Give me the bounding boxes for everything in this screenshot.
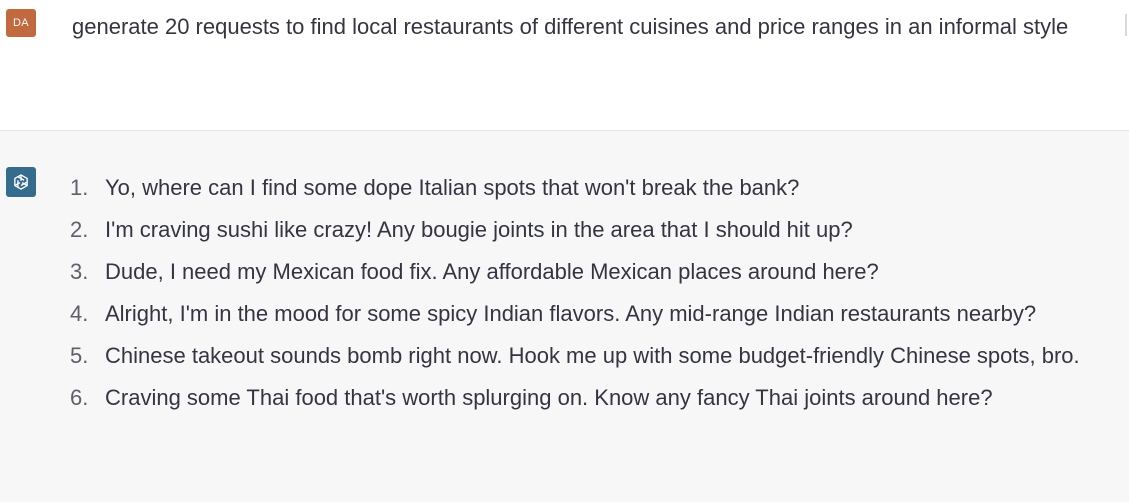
list-item: 2. I'm craving sushi like crazy! Any bou… — [0, 209, 1129, 251]
chat-conversation: DA generate 20 requests to find local re… — [0, 0, 1129, 502]
user-avatar: DA — [6, 9, 36, 37]
list-item-text: Chinese takeout sounds bomb right now. H… — [105, 343, 1080, 368]
list-item: 6. Craving some Thai food that's worth s… — [0, 377, 1129, 419]
user-message: DA generate 20 requests to find local re… — [0, 0, 1129, 131]
list-item: 5. Chinese takeout sounds bomb right now… — [0, 335, 1129, 377]
list-item-number: 6. — [70, 385, 89, 410]
list-item-number: 3. — [70, 259, 89, 284]
request-list: 1. Yo, where can I find some dope Italia… — [0, 167, 1129, 419]
list-item-text: Alright, I'm in the mood for some spicy … — [105, 301, 1037, 326]
list-item-number: 4. — [70, 301, 89, 326]
list-item-number: 2. — [70, 217, 89, 242]
list-item-text: I'm craving sushi like crazy! Any bougie… — [105, 217, 853, 242]
assistant-message: 1. Yo, where can I find some dope Italia… — [0, 131, 1129, 502]
list-item-text: Dude, I need my Mexican food fix. Any af… — [105, 259, 879, 284]
list-item: 1. Yo, where can I find some dope Italia… — [0, 167, 1129, 209]
list-item: 3. Dude, I need my Mexican food fix. Any… — [0, 251, 1129, 293]
list-item-number: 1. — [70, 175, 89, 200]
list-item-number: 5. — [70, 343, 89, 368]
user-message-text: generate 20 requests to find local resta… — [72, 14, 1069, 39]
list-item-text: Yo, where can I find some dope Italian s… — [105, 175, 800, 200]
edit-icon[interactable] — [1125, 14, 1127, 36]
list-item: 4. Alright, I'm in the mood for some spi… — [0, 293, 1129, 335]
list-item-text: Craving some Thai food that's worth splu… — [105, 385, 993, 410]
